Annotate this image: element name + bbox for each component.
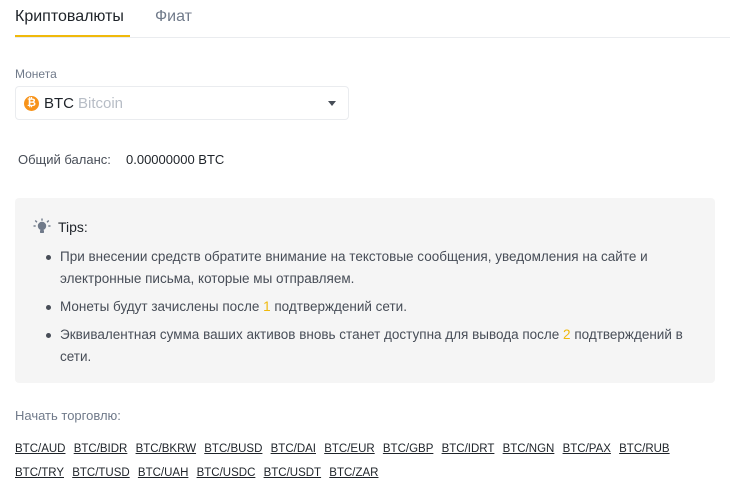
- trading-pair-link[interactable]: BTC/EUR: [324, 443, 374, 455]
- trading-pair-link[interactable]: BTC/BKRW: [136, 443, 197, 455]
- coin-label: Монета: [15, 67, 57, 81]
- trading-pair-link[interactable]: BTC/ZAR: [329, 467, 378, 479]
- coin-select[interactable]: ₿ BTC Bitcoin: [15, 86, 349, 120]
- tip-item: Монеты будут зачислены после 1 подтвержд…: [46, 296, 700, 318]
- trading-pair-link[interactable]: BTC/USDC: [197, 467, 256, 479]
- trading-pair-link[interactable]: BTC/DAI: [271, 443, 316, 455]
- trading-pair-link[interactable]: BTC/NGN: [503, 443, 555, 455]
- trading-pair-link[interactable]: BTC/USDT: [264, 467, 322, 479]
- lightbulb-icon: [33, 218, 51, 233]
- trading-pair-link[interactable]: BTC/AUD: [15, 443, 65, 455]
- trading-pair-link[interactable]: BTC/BIDR: [74, 443, 128, 455]
- tip-item: При внесении средств обратите внимание н…: [46, 246, 700, 290]
- confirmation-count: 1: [263, 299, 271, 314]
- start-trading-label: Начать торговлю:: [15, 408, 121, 423]
- confirmation-count: 2: [563, 327, 571, 342]
- tab-crypto[interactable]: Криптовалюты: [15, 8, 124, 26]
- trading-pair-link[interactable]: BTC/TUSD: [72, 467, 130, 479]
- active-tab-indicator: [15, 35, 130, 37]
- tips-panel: Tips: При внесении средств обратите вним…: [15, 198, 715, 383]
- trading-pair-link[interactable]: BTC/BUSD: [204, 443, 262, 455]
- balance-label: Общий баланс:: [18, 152, 111, 167]
- trading-pair-link[interactable]: BTC/GBP: [383, 443, 433, 455]
- tab-fiat[interactable]: Фиат: [155, 8, 192, 26]
- balance-value: 0.00000000 BTC: [126, 152, 225, 167]
- trading-pair-link[interactable]: BTC/UAH: [138, 467, 188, 479]
- trading-pair-link[interactable]: BTC/TRY: [15, 467, 64, 479]
- coin-name: Bitcoin: [78, 95, 124, 112]
- tip-item: Эквивалентная сумма ваших активов вновь …: [46, 324, 700, 368]
- trading-pair-link[interactable]: BTC/PAX: [563, 443, 611, 455]
- trading-pair-link[interactable]: BTC/RUB: [619, 443, 669, 455]
- asset-type-tabs: Криптовалюты Фиат: [15, 0, 730, 38]
- bitcoin-icon: ₿: [24, 96, 39, 111]
- trading-pairs: BTC/AUD BTC/BIDR BTC/BKRW BTC/BUSD BTC/D…: [15, 437, 725, 485]
- coin-symbol: BTC: [44, 95, 74, 112]
- tips-title: Tips:: [58, 219, 88, 235]
- caret-down-icon: [328, 101, 336, 106]
- trading-pair-link[interactable]: BTC/IDRT: [442, 443, 495, 455]
- tips-list: При внесении средств обратите внимание н…: [46, 246, 700, 374]
